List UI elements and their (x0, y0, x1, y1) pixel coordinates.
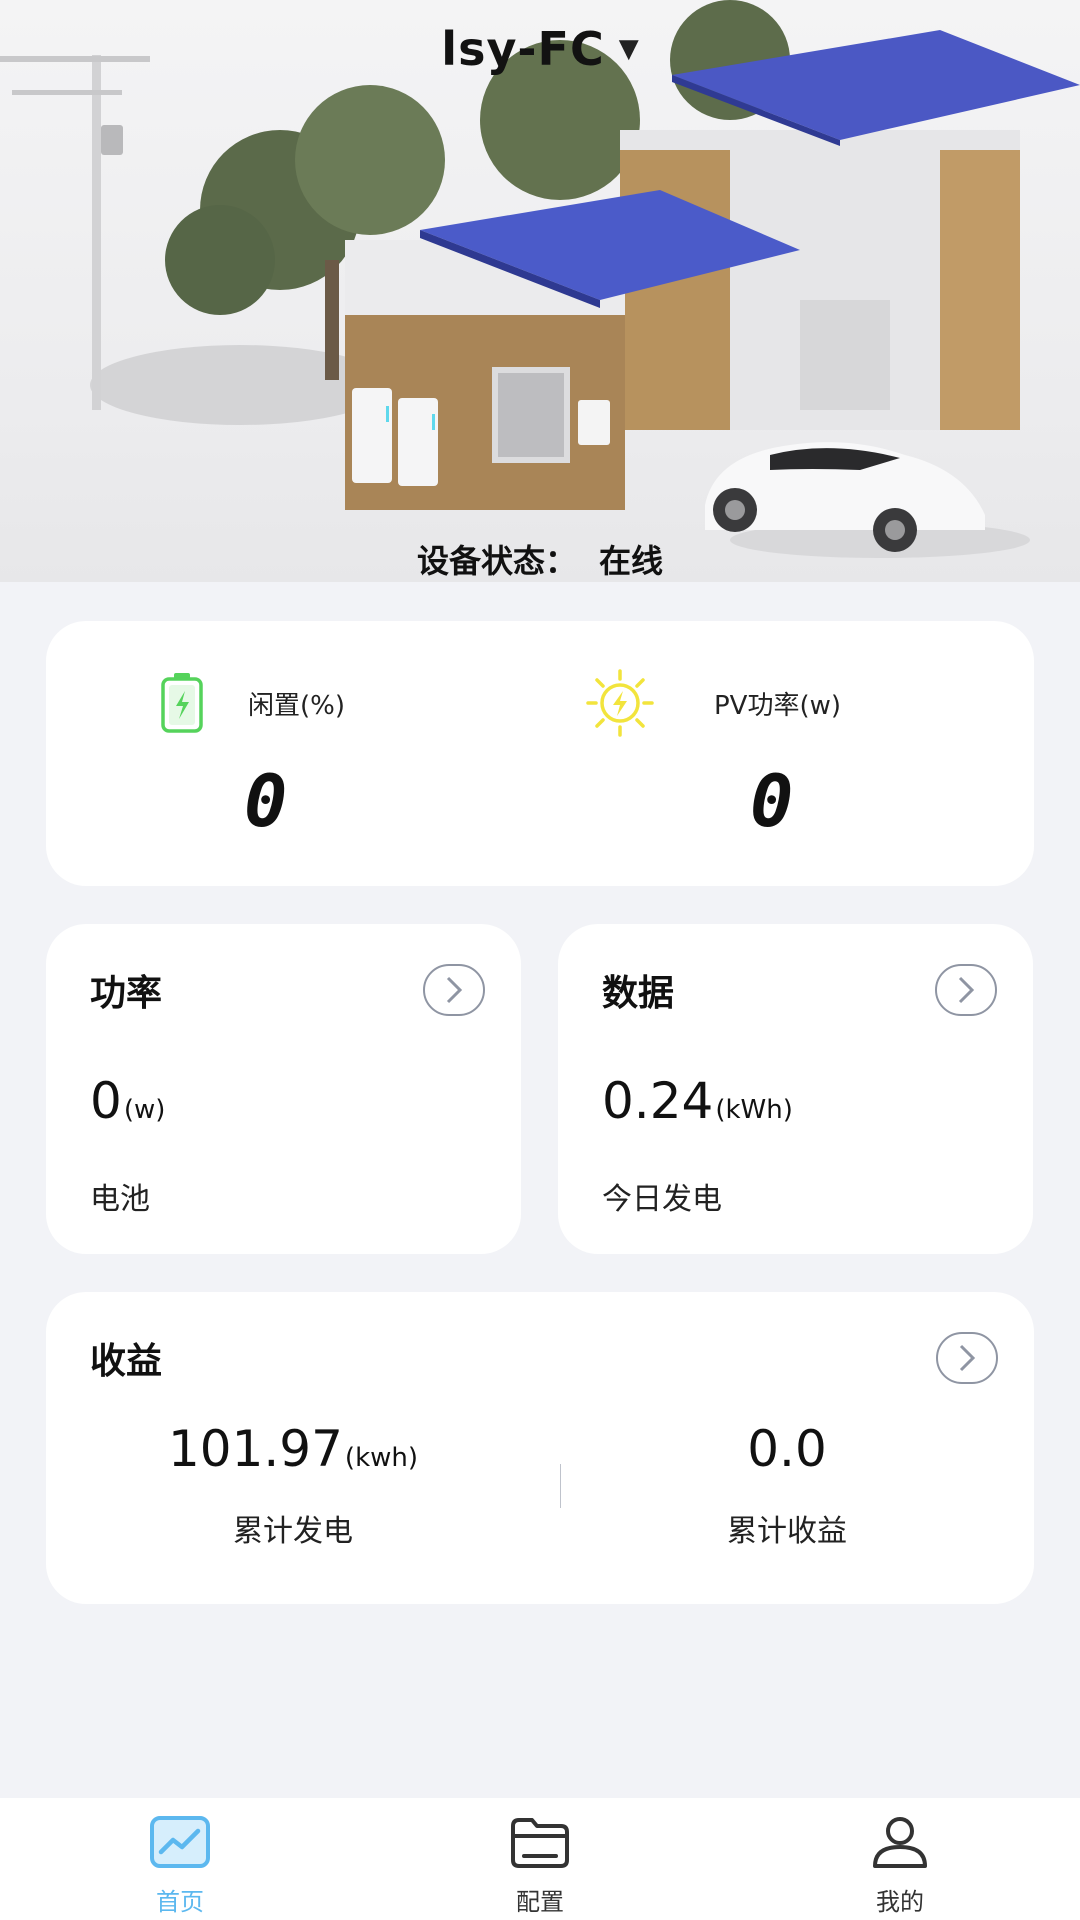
power-value: 0 (90, 1072, 122, 1130)
total-generation: 101.97(kwh) 累计发电 (46, 1420, 540, 1550)
chevron-right-icon (959, 1344, 976, 1372)
data-card-title: 数据 (602, 973, 675, 1014)
status-value: 在线 (599, 542, 664, 580)
battery-label: 闲置(%) (248, 691, 345, 721)
power-value-row: 0(w) (90, 1072, 165, 1130)
data-unit: (kWh) (715, 1095, 793, 1125)
data-value: 0.24 (602, 1072, 714, 1130)
battery-icon (161, 673, 203, 733)
battery-value: 0 (244, 759, 288, 843)
device-status: 设备状态： 在线 (0, 536, 1080, 582)
chart-icon (150, 1816, 210, 1868)
tab-home[interactable]: 首页 (0, 1798, 360, 1920)
total-income: 0.0 累计收益 (540, 1420, 1034, 1550)
tab-config-label: 配置 (516, 1888, 564, 1916)
status-label: 设备状态： (416, 542, 577, 580)
device-name: lsy-FC (441, 22, 605, 76)
caret-down-icon: ▼ (618, 34, 639, 64)
tab-config[interactable]: 配置 (360, 1798, 720, 1920)
house-illustration (0, 0, 1080, 558)
income-card-title: 收益 (90, 1341, 163, 1382)
total-income-label: 累计收益 (727, 1514, 847, 1549)
tab-mine-label: 我的 (876, 1888, 924, 1916)
power-subtitle: 电池 (90, 1182, 150, 1217)
summary-card: 闲置(%) 0 PV功率(w) 0 (46, 621, 1034, 886)
total-generation-unit: (kwh) (344, 1443, 419, 1473)
income-detail-button[interactable] (936, 1332, 998, 1384)
bottom-tab-bar: 首页 配置 我的 (0, 1798, 1080, 1920)
power-card[interactable]: 功率 0(w) 电池 (46, 924, 521, 1254)
income-card[interactable]: 收益 101.97(kwh) 累计发电 0.0 累计收益 (46, 1292, 1034, 1604)
pv-summary: PV功率(w) 0 (540, 621, 1034, 886)
total-generation-label: 累计发电 (233, 1514, 353, 1549)
power-unit: (w) (123, 1095, 166, 1125)
folder-icon (511, 1818, 569, 1868)
total-generation-value-row: 101.97(kwh) (46, 1420, 540, 1484)
tab-mine[interactable]: 我的 (720, 1798, 1080, 1920)
chevron-right-icon (446, 976, 463, 1004)
data-card[interactable]: 数据 0.24(kWh) 今日发电 (558, 924, 1033, 1254)
total-generation-value: 101.97 (167, 1420, 343, 1478)
sun-lightning-icon (586, 669, 654, 737)
battery-summary: 闲置(%) 0 (46, 621, 540, 886)
data-value-row: 0.24(kWh) (602, 1072, 793, 1130)
chevron-right-icon (958, 976, 975, 1004)
data-subtitle: 今日发电 (602, 1182, 722, 1217)
user-icon (873, 1817, 927, 1868)
power-card-title: 功率 (90, 973, 163, 1014)
power-detail-button[interactable] (423, 964, 485, 1016)
pv-value: 0 (750, 759, 794, 843)
tab-home-label: 首页 (156, 1888, 204, 1916)
total-income-value: 0.0 (747, 1420, 827, 1478)
data-detail-button[interactable] (935, 964, 997, 1016)
pv-label: PV功率(w) (714, 691, 842, 721)
hero-banner: lsy-FC ▼ 设备状态： 在线 (0, 0, 1080, 582)
device-selector[interactable]: lsy-FC ▼ (0, 22, 1080, 76)
